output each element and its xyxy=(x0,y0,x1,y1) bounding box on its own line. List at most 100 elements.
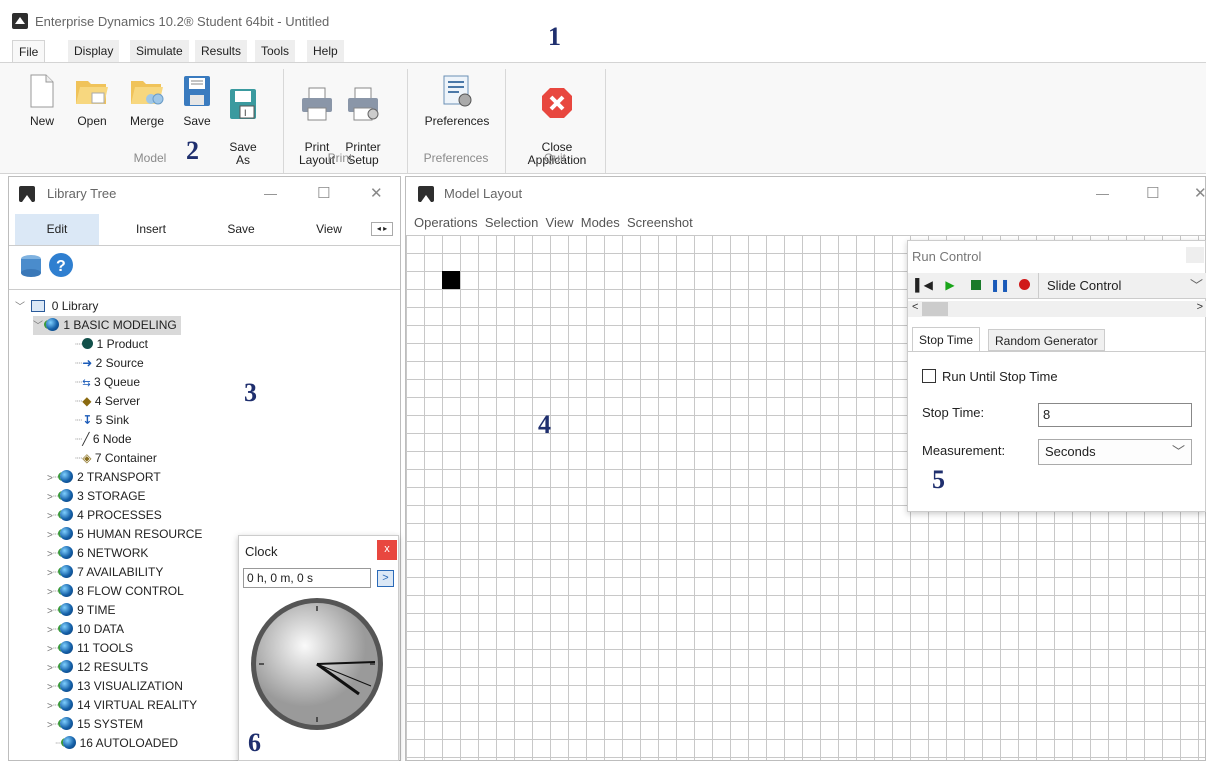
tree-item-group[interactable]: >┈ 12 RESULTS xyxy=(47,658,148,677)
menu-view[interactable]: View xyxy=(546,215,574,230)
tab-view[interactable]: View xyxy=(287,214,371,245)
menu-screenshot[interactable]: Screenshot xyxy=(627,215,693,230)
tree-item-group[interactable]: >┈ 7 AVAILABILITY xyxy=(47,563,163,582)
tree-item-group[interactable]: >┈ 10 DATA xyxy=(47,620,124,639)
tree-root[interactable]: ﹀ 0 Library xyxy=(15,297,98,316)
tree-item-label: 13 VISUALIZATION xyxy=(77,679,183,693)
globe-icon xyxy=(60,679,74,692)
ribbon: New Open Merge Save I Save As Print Layo… xyxy=(0,62,1206,174)
tree-item-child[interactable]: ┈◈ 7 Container xyxy=(75,449,157,468)
tree-item-label: 16 AUTOLOADED xyxy=(79,736,179,750)
tab-stop-time[interactable]: Stop Time xyxy=(912,327,981,351)
tree-item-group[interactable]: >┈ 9 TIME xyxy=(47,601,116,620)
tree-item-group[interactable]: >┈ 3 STORAGE xyxy=(47,487,146,506)
save-label: Save xyxy=(183,114,211,128)
open-folder-icon xyxy=(76,81,108,104)
product-icon xyxy=(82,337,94,351)
save-as-label: Save As xyxy=(229,140,257,167)
group-model-label: Model xyxy=(133,151,167,165)
tree-item-label: 2 TRANSPORT xyxy=(77,470,161,484)
minimize-icon[interactable]: — xyxy=(264,177,277,211)
tab-simulate[interactable]: Simulate xyxy=(130,40,189,62)
maximize-icon[interactable]: ☐ xyxy=(317,177,330,211)
new-button[interactable]: New xyxy=(24,73,60,128)
record-button[interactable] xyxy=(1012,273,1036,297)
tree-item-child[interactable]: ┈⇆ 3 Queue xyxy=(75,373,140,392)
help-icon[interactable]: ? xyxy=(47,251,75,279)
tree-item-group[interactable]: >┈ 14 VIRTUAL REALITY xyxy=(47,696,197,715)
run-until-checkbox[interactable] xyxy=(922,369,936,383)
tree-item-label: 4 Server xyxy=(94,394,141,408)
tab-scroll-arrows[interactable]: ◂ ▸ xyxy=(371,222,393,236)
tree-item-group[interactable]: >┈ 13 VISUALIZATION xyxy=(47,677,183,696)
reset-button[interactable]: ▌◀ xyxy=(912,273,936,297)
tree-item-group[interactable]: >┈ 6 NETWORK xyxy=(47,544,148,563)
merge-button[interactable]: Merge xyxy=(124,73,170,128)
app-title-bar: Enterprise Dynamics 10.2® Student 64bit … xyxy=(0,0,1206,38)
app-logo-icon xyxy=(418,186,434,202)
svg-text:I: I xyxy=(244,108,247,118)
tree-item-child[interactable]: ┈╱ 6 Node xyxy=(75,430,132,449)
new-label: New xyxy=(29,114,54,128)
tree-item-label: 12 RESULTS xyxy=(77,660,149,674)
run-control-scrollbar[interactable]: < > xyxy=(908,301,1206,317)
tree-item-group[interactable]: >┈ 4 PROCESSES xyxy=(47,506,162,525)
app-logo-icon xyxy=(12,13,28,29)
tree-item-group[interactable]: >┈ 8 FLOW CONTROL xyxy=(47,582,184,601)
library-db-icon[interactable] xyxy=(17,251,45,279)
tree-item-group[interactable]: >┈ 11 TOOLS xyxy=(47,639,133,658)
stop-time-input[interactable]: 8 xyxy=(1038,403,1192,427)
model-atom[interactable] xyxy=(442,271,460,289)
tab-file[interactable]: File xyxy=(12,40,46,63)
save-as-button[interactable]: I Save As xyxy=(228,73,258,167)
tree-item-group[interactable]: ┈ 16 AUTOLOADED xyxy=(47,734,178,753)
measurement-label: Measurement: xyxy=(922,443,1006,458)
open-button[interactable]: Open xyxy=(72,73,112,128)
run-control-close[interactable] xyxy=(1186,247,1204,263)
tree-item-label: 15 SYSTEM xyxy=(77,717,144,731)
menu-selection[interactable]: Selection xyxy=(485,215,538,230)
tree-item-basic-modeling[interactable]: ﹀ 1 BASIC MODELING xyxy=(33,316,181,335)
annotation-5: 5 xyxy=(932,465,945,494)
maximize-icon[interactable]: ☐ xyxy=(1146,177,1159,211)
library-tree-titlebar: Library Tree — ☐ ✕ xyxy=(9,177,400,211)
annotation-6: 6 xyxy=(248,728,261,757)
tab-insert[interactable]: Insert xyxy=(109,214,193,245)
group-print-label: Print xyxy=(327,151,353,165)
menu-modes[interactable]: Modes xyxy=(581,215,620,230)
clock-close-button[interactable]: x xyxy=(377,540,397,560)
pause-button[interactable]: ❚❚ xyxy=(988,273,1012,297)
tab-edit[interactable]: Edit xyxy=(15,214,99,245)
tab-save[interactable]: Save xyxy=(199,214,283,245)
source-icon: ➜ xyxy=(82,356,93,370)
close-icon[interactable]: ✕ xyxy=(370,177,383,211)
floppy-save-icon xyxy=(184,76,210,106)
tree-item-child[interactable]: ┈↧ 5 Sink xyxy=(75,411,129,430)
clock-go-button[interactable]: > xyxy=(377,570,394,587)
play-button[interactable]: ▶ xyxy=(938,273,962,297)
tab-random-generator[interactable]: Random Generator xyxy=(988,329,1105,351)
tab-results[interactable]: Results xyxy=(195,40,248,62)
tree-item-child[interactable]: ┈◆ 4 Server xyxy=(75,392,140,411)
measurement-select[interactable]: Seconds ﹀ xyxy=(1038,439,1192,465)
run-control-toolbar: ▌◀ ▶ ❚❚ Slide Control ﹀ xyxy=(908,273,1206,299)
close-app-icon xyxy=(542,88,572,118)
save-button[interactable]: Save xyxy=(182,73,212,128)
tab-tools[interactable]: Tools xyxy=(255,40,296,62)
close-icon[interactable]: ✕ xyxy=(1194,177,1206,211)
tree-item-child[interactable]: ┈ 1 Product xyxy=(75,335,148,354)
clock-time-field[interactable]: 0 h, 0 m, 0 s xyxy=(243,568,371,588)
tree-item-group[interactable]: >┈ 15 SYSTEM xyxy=(47,715,143,734)
menu-operations[interactable]: Operations xyxy=(414,215,478,230)
minimize-icon[interactable]: — xyxy=(1096,177,1109,211)
tree-item-child[interactable]: ┈➜ 2 Source xyxy=(75,354,144,373)
slide-control-select[interactable]: Slide Control ﹀ xyxy=(1038,273,1206,299)
preferences-button[interactable]: Preferences xyxy=(418,73,496,128)
tree-item-group[interactable]: >┈ 2 TRANSPORT xyxy=(47,468,161,487)
tab-display[interactable]: Display xyxy=(68,40,120,62)
globe-icon xyxy=(60,470,74,483)
tab-help[interactable]: Help xyxy=(307,40,344,62)
stop-button[interactable] xyxy=(964,273,988,297)
tree-item-group[interactable]: >┈ 5 HUMAN RESOURCE xyxy=(47,525,202,544)
tree-item-label: 11 TOOLS xyxy=(77,641,134,655)
